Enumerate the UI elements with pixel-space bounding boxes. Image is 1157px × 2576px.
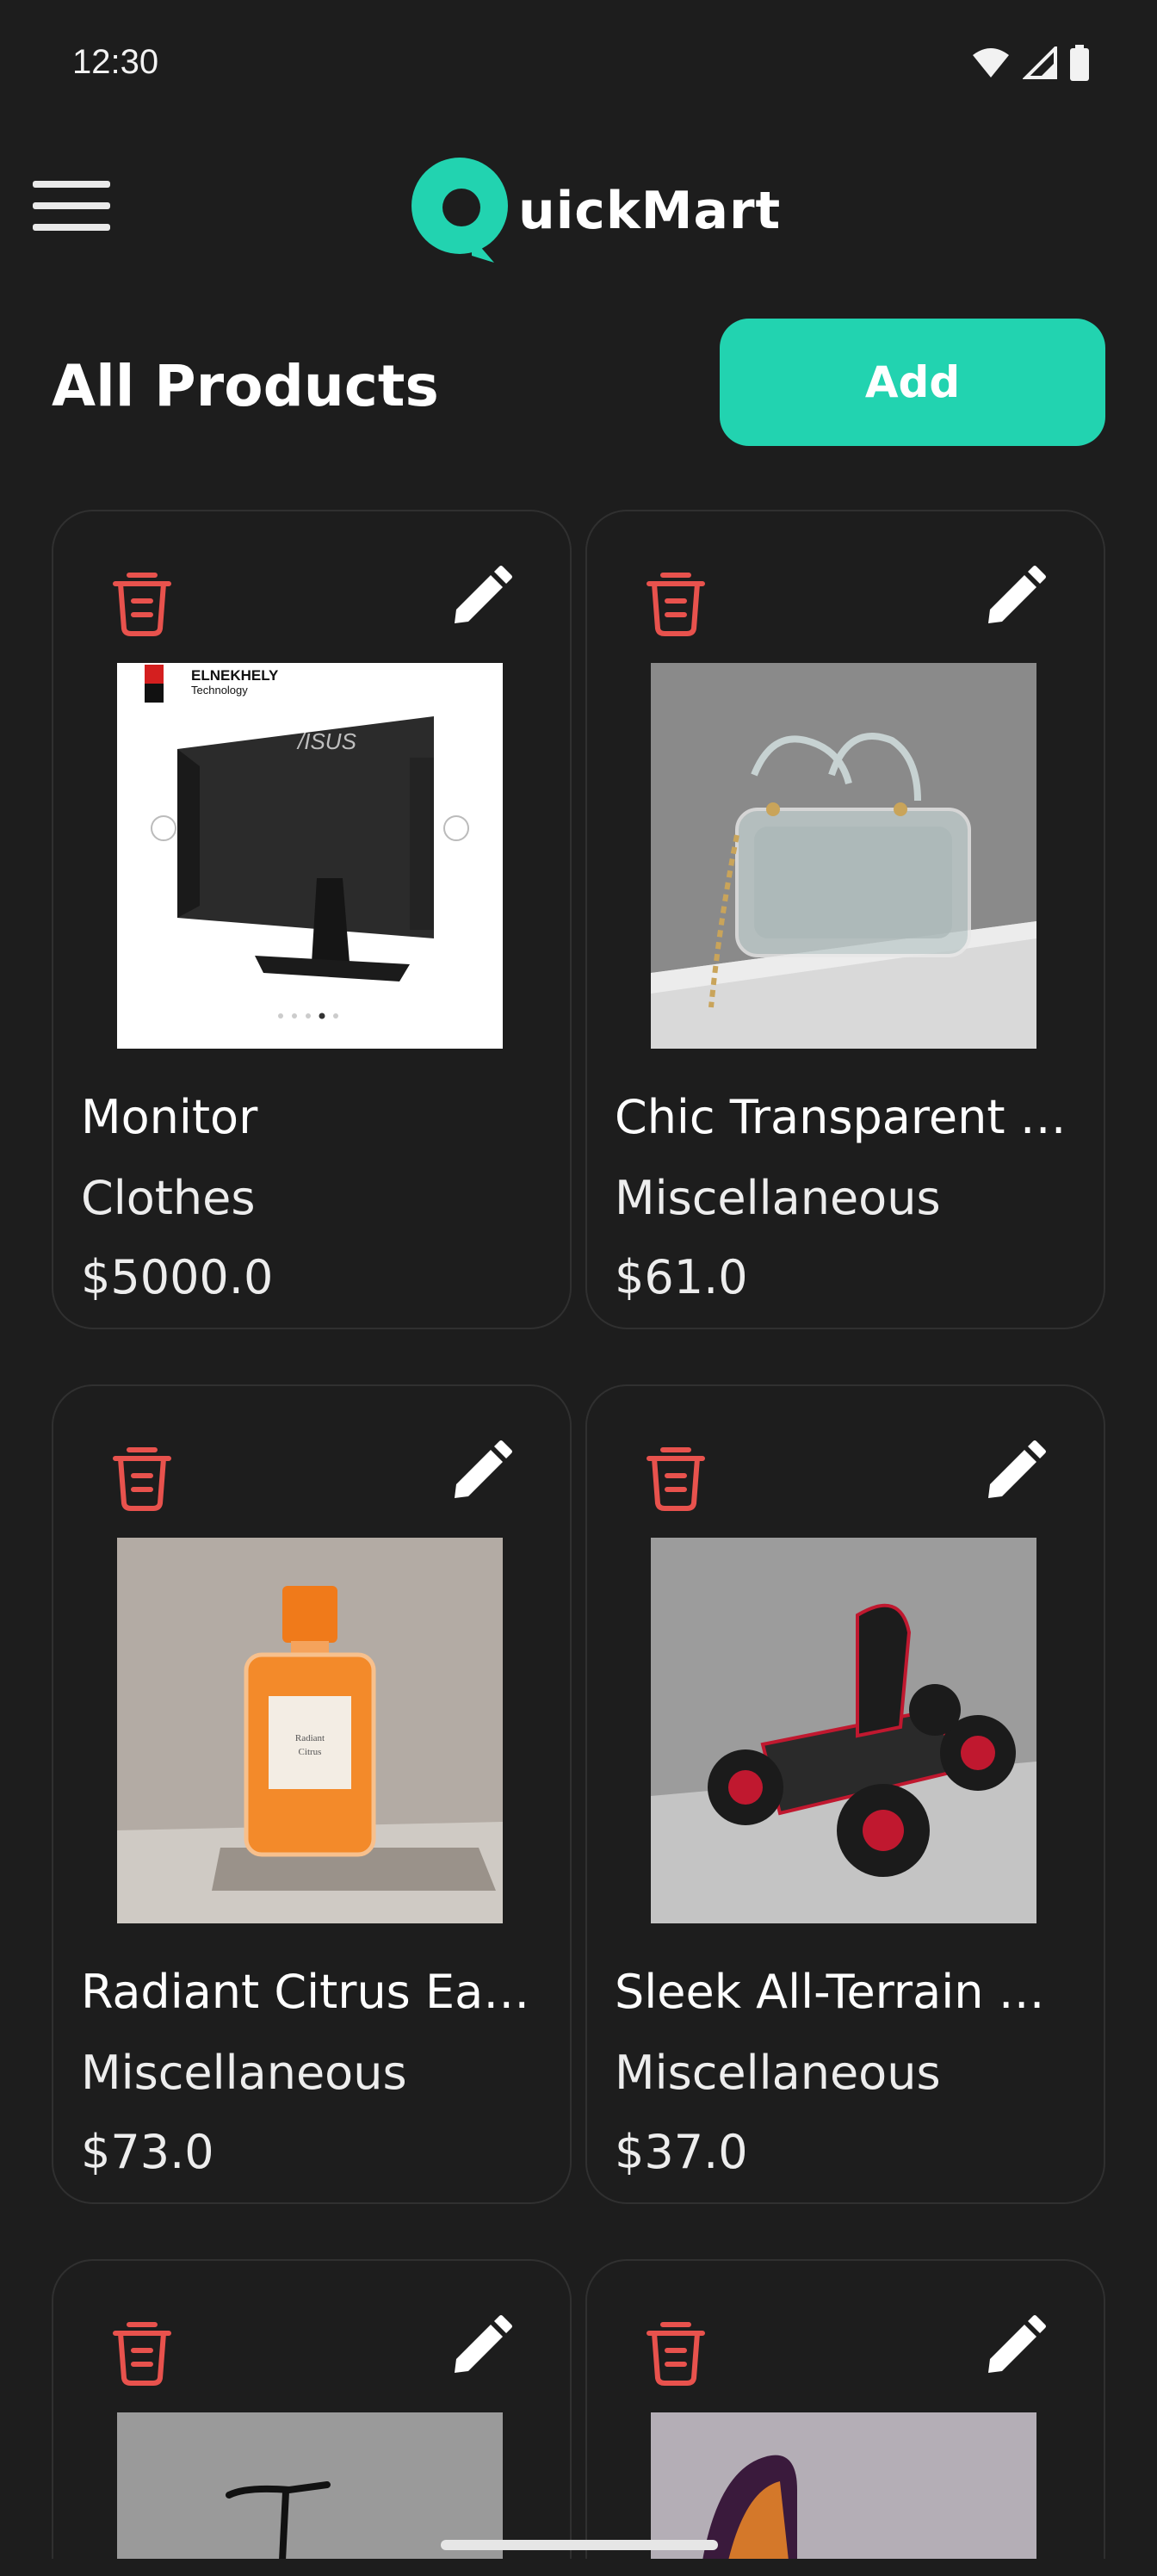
- product-name: Monitor: [81, 1090, 258, 1144]
- status-bar: 12:30: [0, 0, 1157, 129]
- wifi-icon: [973, 48, 1009, 77]
- product-card[interactable]: [585, 2259, 1105, 2559]
- product-card[interactable]: [52, 2259, 572, 2559]
- edit-icon[interactable]: [451, 565, 513, 627]
- svg-text:Radiant: Radiant: [295, 1733, 325, 1743]
- battery-icon: [1070, 45, 1089, 81]
- svg-text:/ISUS: /ISUS: [296, 728, 357, 754]
- trash-icon[interactable]: [110, 2314, 174, 2387]
- page-header: All Products Add: [0, 317, 1157, 446]
- shoe-photo: [651, 2412, 1036, 2559]
- edit-icon[interactable]: [451, 2314, 513, 2376]
- page-title: All Products: [52, 353, 439, 419]
- product-card[interactable]: Sleek All-Terrain G… Miscellaneous $37.0: [585, 1384, 1105, 2204]
- status-time: 12:30: [72, 43, 159, 81]
- product-category: Miscellaneous: [615, 1171, 941, 1225]
- product-price: $61.0: [615, 1250, 748, 1304]
- logo-text: uickMart: [518, 181, 782, 241]
- trash-icon[interactable]: [644, 1440, 708, 1512]
- product-name: Chic Transparent F…: [615, 1090, 1080, 1144]
- app-logo: uickMart: [411, 155, 781, 267]
- transparent-handbag-photo: [651, 663, 1036, 1049]
- product-card[interactable]: Chic Transparent F… Miscellaneous $61.0: [585, 510, 1105, 1329]
- product-card[interactable]: Radiant Citrus Radiant Citrus Eau … Misc…: [52, 1384, 572, 2204]
- menu-icon[interactable]: [33, 181, 110, 238]
- product-price: $73.0: [81, 2125, 214, 2179]
- product-image: [651, 2412, 1036, 2559]
- go-kart-photo: [651, 1538, 1036, 1923]
- product-category: Miscellaneous: [615, 2046, 941, 2100]
- product-image: Radiant Citrus: [117, 1538, 503, 1923]
- product-image: [117, 2412, 503, 2559]
- trash-icon[interactable]: [644, 565, 708, 637]
- bicycle-photo: [117, 2412, 503, 2559]
- trash-icon[interactable]: [644, 2314, 708, 2387]
- add-button[interactable]: Add: [720, 319, 1105, 446]
- edit-icon[interactable]: [985, 565, 1047, 627]
- product-price: $37.0: [615, 2125, 748, 2179]
- product-category: Miscellaneous: [81, 2046, 407, 2100]
- brand-badge-sub: Technology: [191, 684, 248, 697]
- product-name: Radiant Citrus Eau …: [81, 1965, 546, 2019]
- edit-icon[interactable]: [451, 1440, 513, 1502]
- product-card[interactable]: ELNEKHELY Technology /ISUS Monitor Cloth…: [52, 510, 572, 1329]
- product-image: [651, 1538, 1036, 1923]
- trash-icon[interactable]: [110, 1440, 174, 1512]
- svg-text:Citrus: Citrus: [299, 1747, 322, 1757]
- asus-monitor-photo: ELNEKHELY Technology /ISUS: [117, 663, 503, 1049]
- product-image: ELNEKHELY Technology /ISUS: [117, 663, 503, 1049]
- logo-q-icon: [411, 158, 508, 263]
- edit-icon[interactable]: [985, 2314, 1047, 2376]
- product-category: Clothes: [81, 1171, 256, 1225]
- product-price: $5000.0: [81, 1250, 274, 1304]
- system-icons: [971, 45, 1090, 81]
- edit-icon[interactable]: [985, 1440, 1047, 1502]
- gesture-navigation-bar[interactable]: [441, 2540, 718, 2550]
- app-bar: uickMart: [0, 146, 1157, 267]
- product-image: [651, 663, 1036, 1049]
- orange-perfume-photo: Radiant Citrus: [117, 1538, 503, 1923]
- trash-icon[interactable]: [110, 565, 174, 637]
- product-name: Sleek All-Terrain G…: [615, 1965, 1080, 2019]
- signal-icon: [1023, 46, 1057, 79]
- brand-badge: ELNEKHELY: [191, 667, 279, 684]
